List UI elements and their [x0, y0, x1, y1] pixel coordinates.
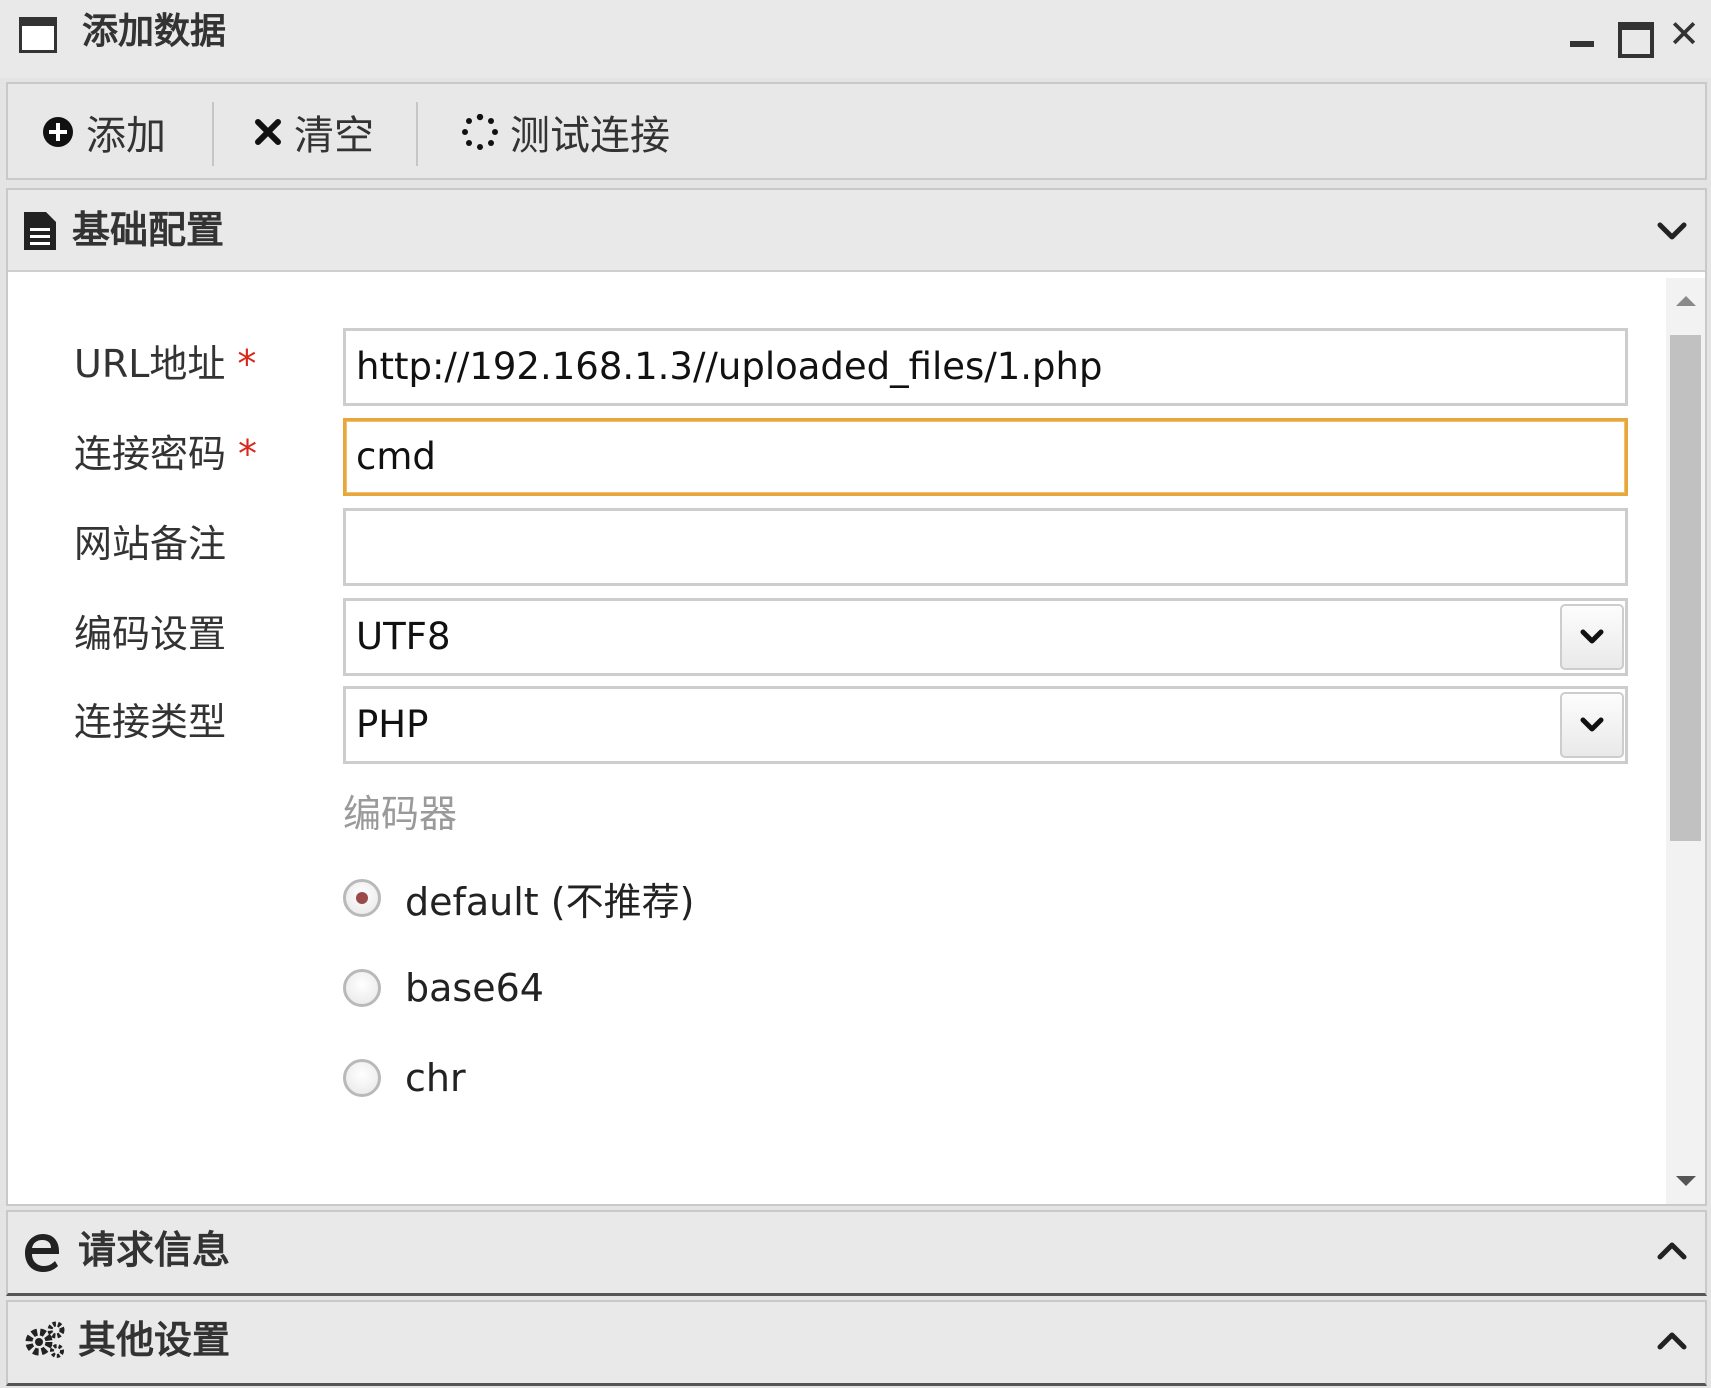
- test-connection-label: 测试连接: [510, 113, 670, 159]
- ie-icon: [24, 1230, 60, 1276]
- encoding-select[interactable]: UTF8: [343, 598, 1628, 676]
- basic-config-panel: 基础配置 URL地址 * http://192.168.1.3//uploaded…: [6, 188, 1707, 1206]
- required-mark: *: [237, 342, 257, 386]
- maximize-icon[interactable]: [1612, 14, 1654, 58]
- url-label: URL地址 *: [74, 340, 256, 388]
- dropdown-button[interactable]: [1560, 692, 1624, 758]
- other-settings-title: 其他设置: [78, 1318, 231, 1362]
- encoding-value: UTF8: [356, 615, 451, 658]
- toolbar-divider: [416, 102, 418, 166]
- encoder-option-chr[interactable]: chr: [343, 1050, 466, 1106]
- encoder-label: 编码器: [343, 792, 458, 836]
- basic-config-header[interactable]: 基础配置: [8, 190, 1705, 272]
- request-info-header[interactable]: 请求信息: [6, 1210, 1707, 1296]
- chevron-down-icon: [1580, 717, 1604, 732]
- type-select[interactable]: PHP: [343, 686, 1628, 764]
- x-icon: [254, 118, 282, 146]
- add-label: 添加: [86, 113, 166, 159]
- window-title: 添加数据: [82, 11, 227, 52]
- chevron-up-icon[interactable]: [1653, 1322, 1691, 1360]
- request-info-title: 请求信息: [78, 1228, 231, 1272]
- url-input[interactable]: http://192.168.1.3//uploaded_files/1.php: [343, 328, 1628, 406]
- password-input[interactable]: cmd: [343, 418, 1628, 496]
- radio-button[interactable]: [343, 879, 381, 917]
- basic-config-title: 基础配置: [72, 208, 225, 252]
- scrollbar-thumb[interactable]: [1670, 335, 1701, 841]
- encoder-option-base64[interactable]: base64: [343, 960, 544, 1016]
- add-button[interactable]: 添加: [42, 96, 166, 168]
- type-value: PHP: [356, 703, 429, 746]
- encoding-label: 编码设置: [74, 612, 227, 656]
- radio-button[interactable]: [343, 969, 381, 1007]
- encoder-option-default[interactable]: default (不推荐): [343, 870, 694, 926]
- plus-circle-icon: [42, 116, 74, 148]
- note-input[interactable]: [343, 508, 1628, 586]
- minimize-icon[interactable]: [1562, 14, 1602, 54]
- title-bar: 添加数据 ✕: [0, 0, 1711, 78]
- chevron-up-icon[interactable]: [1653, 1232, 1691, 1270]
- scroll-up-icon[interactable]: [1666, 292, 1705, 320]
- encoder-option-label: chr: [405, 1056, 466, 1100]
- password-label: 连接密码 *: [74, 430, 257, 478]
- spinner-icon: [462, 114, 498, 150]
- clear-label: 清空: [294, 113, 374, 159]
- scroll-down-icon[interactable]: [1666, 1174, 1705, 1202]
- window-icon: [19, 17, 57, 53]
- url-label-text: URL地址: [74, 342, 226, 386]
- type-label: 连接类型: [74, 700, 227, 744]
- gears-icon: [24, 1320, 66, 1364]
- toolbar: 添加 清空 测试连接: [6, 82, 1707, 180]
- chevron-down-icon: [1580, 629, 1604, 644]
- required-mark: *: [238, 432, 258, 476]
- chevron-down-icon[interactable]: [1653, 212, 1691, 250]
- other-settings-header[interactable]: 其他设置: [6, 1300, 1707, 1386]
- note-label: 网站备注: [74, 522, 227, 566]
- basic-config-body: URL地址 * http://192.168.1.3//uploaded_file…: [8, 278, 1666, 1204]
- password-label-text: 连接密码: [74, 432, 227, 476]
- toolbar-divider: [212, 102, 214, 166]
- clear-button[interactable]: 清空: [254, 96, 374, 168]
- encoder-option-label: default (不推荐): [405, 879, 695, 924]
- dropdown-button[interactable]: [1560, 604, 1624, 670]
- test-connection-button[interactable]: 测试连接: [462, 96, 670, 168]
- document-icon: [24, 212, 56, 254]
- radio-button[interactable]: [343, 1059, 381, 1097]
- close-icon[interactable]: ✕: [1664, 14, 1704, 54]
- scrollbar[interactable]: [1666, 278, 1705, 1204]
- encoder-option-label: base64: [405, 966, 544, 1010]
